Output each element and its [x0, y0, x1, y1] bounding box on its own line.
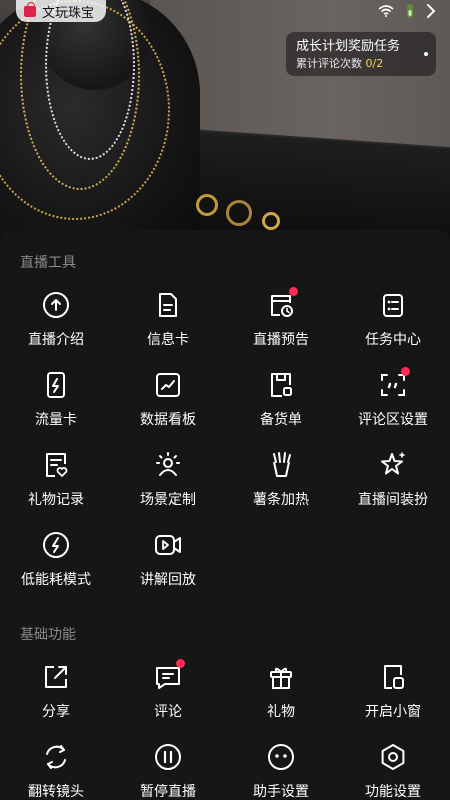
tool-label: 直播介绍 [28, 332, 84, 348]
status-indicators [378, 3, 436, 19]
tool-live-preview[interactable]: 直播预告 [225, 287, 337, 360]
shop-name: 文玩珠宝 [42, 5, 95, 21]
flip-camera-icon [41, 742, 71, 772]
tool-label: 低能耗模式 [21, 572, 91, 588]
ring [196, 194, 218, 216]
tool-label: 评论区设置 [358, 412, 428, 428]
tool-label: 薯条加热 [253, 492, 309, 508]
func-share[interactable]: 分享 [0, 662, 112, 732]
tool-stock-list[interactable]: 备货单 [225, 370, 337, 440]
calendar-clock-icon [266, 287, 298, 320]
share-icon [41, 662, 71, 692]
task-subtitle: 累计评论次数 [296, 57, 362, 70]
ring [226, 200, 252, 226]
fries-icon [266, 450, 296, 480]
wifi-icon [378, 5, 394, 17]
func-label: 功能设置 [365, 784, 421, 800]
tool-info-card[interactable]: 信息卡 [112, 290, 224, 360]
func-mini-window[interactable]: 开启小窗 [337, 662, 449, 732]
ring [262, 212, 280, 230]
func-label: 暂停直播 [140, 784, 196, 800]
func-function-settings[interactable]: 功能设置 [337, 742, 449, 800]
tool-label: 备货单 [260, 412, 302, 428]
func-gift[interactable]: 礼物 [225, 662, 337, 732]
func-assistant-settings[interactable]: 助手设置 [225, 742, 337, 800]
battery-icon [407, 4, 413, 18]
tool-comment-settings[interactable]: 评论区设置 [337, 367, 449, 440]
tool-room-decor[interactable]: 直播间装扮 [337, 450, 449, 520]
gift-icon [266, 662, 296, 692]
task-progress: 0/2 [365, 57, 384, 70]
settings-icon [378, 742, 408, 772]
tool-traffic-card[interactable]: 流量卡 [0, 370, 112, 440]
tool-label: 流量卡 [35, 412, 77, 428]
func-label: 分享 [42, 704, 70, 720]
shop-name-pill[interactable]: 文玩珠宝 [16, 0, 107, 22]
video-replay-icon [153, 530, 183, 560]
pause-icon [153, 742, 183, 772]
tool-gift-record[interactable]: 礼物记录 [0, 450, 112, 520]
tool-label: 礼物记录 [28, 492, 84, 508]
tool-scene-custom[interactable]: 场景定制 [112, 450, 224, 520]
more-dot-icon [424, 52, 428, 56]
comment-icon [153, 659, 185, 692]
tool-task-center[interactable]: 任务中心 [337, 290, 449, 360]
gift-record-icon [41, 450, 71, 480]
comment-frame-icon [378, 367, 410, 400]
section-title-basic-functions: 基础功能 [20, 627, 76, 643]
func-label: 助手设置 [253, 784, 309, 800]
tool-fries-boost[interactable]: 薯条加热 [225, 450, 337, 520]
func-comment[interactable]: 评论 [112, 659, 224, 732]
sparkle-star-icon [378, 450, 408, 480]
func-label: 评论 [154, 704, 182, 720]
low-power-icon [41, 530, 71, 560]
tool-label: 场景定制 [140, 492, 196, 508]
tool-label: 任务中心 [365, 332, 421, 348]
mini-window-icon [378, 662, 408, 692]
badge-dot [289, 287, 298, 296]
shopping-bag-icon [24, 1, 36, 17]
tool-label: 讲解回放 [140, 572, 196, 588]
tools-bottom-sheet: 直播工具 直播介绍 信息卡 直播预告 任务中心 流量卡 数据看板 备货单 评论区… [0, 230, 450, 800]
tool-live-intro[interactable]: 直播介绍 [0, 290, 112, 360]
badge-dot [401, 367, 410, 376]
chevron-right-icon[interactable] [426, 3, 436, 19]
lightning-card-icon [41, 370, 71, 400]
jewelry-tray [170, 129, 450, 240]
func-flip-camera[interactable]: 翻转镜头 [0, 742, 112, 800]
func-label: 礼物 [267, 704, 295, 720]
task-progress-line: 累计评论次数 0/2 [296, 56, 426, 72]
section-title-live-tools: 直播工具 [20, 255, 76, 271]
tool-label: 数据看板 [140, 412, 196, 428]
tool-label: 直播预告 [253, 332, 309, 348]
line-chart-icon [153, 370, 183, 400]
tool-label: 信息卡 [147, 332, 189, 348]
func-pause-live[interactable]: 暂停直播 [112, 742, 224, 800]
stock-list-icon [266, 370, 296, 400]
growth-task-card[interactable]: 成长计划奖励任务 累计评论次数 0/2 [286, 32, 436, 76]
badge-dot [176, 659, 185, 668]
upload-circle-icon [41, 290, 71, 320]
task-title: 成长计划奖励任务 [296, 39, 401, 54]
assistant-icon [266, 742, 296, 772]
tool-data-board[interactable]: 数据看板 [112, 370, 224, 440]
tool-label: 直播间装扮 [358, 492, 428, 508]
tool-low-power-mode[interactable]: 低能耗模式 [0, 530, 112, 600]
document-icon [153, 290, 183, 320]
func-label: 翻转镜头 [28, 784, 84, 800]
checklist-icon [378, 290, 408, 320]
func-label: 开启小窗 [365, 704, 421, 720]
tool-explain-replay[interactable]: 讲解回放 [112, 530, 224, 600]
scene-icon [153, 450, 183, 480]
